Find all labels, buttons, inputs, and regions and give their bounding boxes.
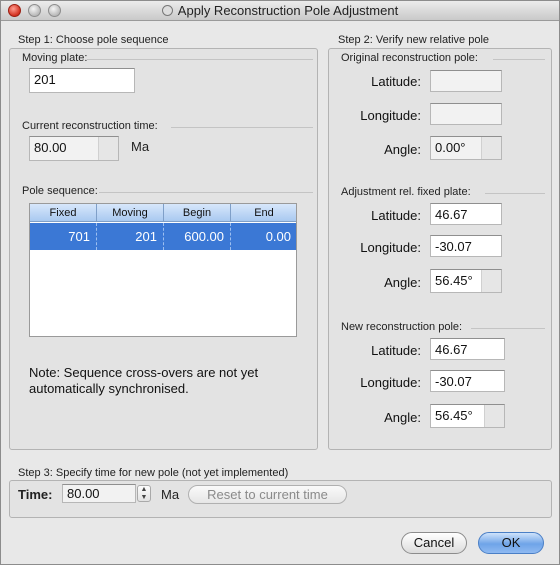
reconstruction-time-unit: Ma	[131, 139, 150, 154]
column-header-moving[interactable]: Moving	[97, 204, 164, 222]
cancel-button[interactable]: Cancel	[401, 532, 467, 554]
pole-sequence-table[interactable]: Fixed Moving Begin End 701 201 600.00 0.…	[29, 203, 297, 337]
original-pole-label: Original reconstruction pole:	[341, 52, 478, 64]
adjustment-angle-field[interactable]: 56.45°	[430, 269, 502, 293]
original-angle-field: 0.00°	[430, 136, 502, 160]
new-longitude-label: Longitude:	[360, 375, 421, 390]
step1-heading: Step 1: Choose pole sequence	[18, 34, 169, 46]
cell-fixed[interactable]: 701	[30, 223, 97, 250]
pole-sequence-label: Pole sequence:	[22, 185, 98, 197]
original-longitude-field	[430, 103, 502, 125]
new-latitude-label: Latitude:	[371, 343, 421, 358]
adjustment-latitude-label: Latitude:	[371, 208, 421, 223]
dialog-window: Apply Reconstruction Pole Adjustment Ste…	[0, 0, 560, 565]
adjustment-longitude-field[interactable]: -30.07	[430, 235, 502, 257]
step3-time-field: 80.00	[62, 484, 136, 503]
window-title: Apply Reconstruction Pole Adjustment	[177, 3, 399, 18]
column-header-begin[interactable]: Begin	[164, 204, 231, 222]
step3-heading: Step 3: Specify time for new pole (not y…	[18, 467, 289, 479]
adjustment-angle-label: Angle:	[384, 275, 421, 290]
table-header: Fixed Moving Begin End	[30, 204, 296, 222]
column-header-end[interactable]: End	[231, 204, 297, 222]
reconstruction-time-rule	[171, 127, 313, 128]
moving-plate-field[interactable]: 201	[29, 68, 135, 93]
readonly-cell	[481, 270, 501, 292]
reset-to-current-time-button: Reset to current time	[188, 485, 347, 504]
reconstruction-time-value: 80.00	[34, 140, 67, 155]
cell-end[interactable]: 0.00	[231, 223, 297, 250]
title-bar[interactable]: Apply Reconstruction Pole Adjustment	[1, 1, 559, 21]
new-pole-rule	[471, 328, 545, 329]
original-latitude-field	[430, 70, 502, 92]
ok-button[interactable]: OK	[478, 532, 544, 554]
original-latitude-label: Latitude:	[371, 74, 421, 89]
stepper-up-icon: ▲	[140, 486, 148, 493]
original-angle-label: Angle:	[384, 142, 421, 157]
reconstruction-time-label: Current reconstruction time:	[22, 120, 158, 132]
moving-plate-label: Moving plate:	[22, 52, 88, 64]
adjustment-angle-value: 56.45°	[435, 273, 473, 288]
time-stepper: ▲ ▼	[137, 485, 151, 502]
new-longitude-field[interactable]: -30.07	[430, 370, 505, 392]
step3-time-label: Time:	[18, 487, 53, 502]
new-angle-value: 56.45°	[435, 408, 473, 423]
new-pole-label: New reconstruction pole:	[341, 321, 463, 333]
adjustment-latitude-field[interactable]: 46.67	[430, 203, 502, 225]
stepper-down-icon: ▼	[140, 494, 148, 501]
table-row[interactable]: 701 201 600.00 0.00	[30, 223, 296, 250]
adjustment-rule	[485, 193, 545, 194]
adjustment-longitude-label: Longitude:	[360, 240, 421, 255]
app-icon	[161, 5, 173, 16]
readonly-cell	[481, 137, 501, 159]
pole-sequence-rule	[99, 192, 313, 193]
column-header-fixed[interactable]: Fixed	[30, 204, 97, 222]
cell-begin[interactable]: 600.00	[164, 223, 231, 250]
new-latitude-field[interactable]: 46.67	[430, 338, 505, 360]
step2-heading: Step 2: Verify new relative pole	[338, 34, 490, 46]
sequence-note: Note: Sequence cross-overs are not yet a…	[29, 365, 259, 396]
reconstruction-time-field: 80.00	[29, 136, 119, 161]
step3-time-unit: Ma	[161, 487, 180, 502]
cell-moving[interactable]: 201	[97, 223, 164, 250]
readonly-cell	[484, 405, 504, 427]
readonly-cell	[98, 137, 118, 160]
new-angle-field[interactable]: 56.45°	[430, 404, 505, 428]
original-longitude-label: Longitude:	[360, 108, 421, 123]
new-angle-label: Angle:	[384, 410, 421, 425]
original-angle-value: 0.00°	[435, 140, 466, 155]
moving-plate-rule	[87, 59, 313, 60]
original-pole-rule	[493, 59, 545, 60]
window-title-wrap: Apply Reconstruction Pole Adjustment	[1, 3, 559, 18]
adjustment-label: Adjustment rel. fixed plate:	[341, 186, 471, 198]
